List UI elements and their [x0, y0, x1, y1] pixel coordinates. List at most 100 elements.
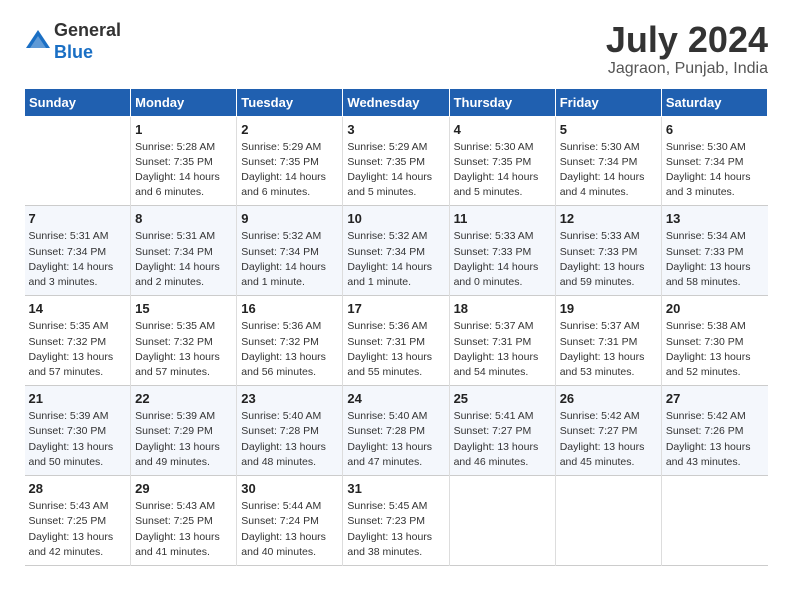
day-info: Sunrise: 5:29 AM Sunset: 7:35 PM Dayligh…: [347, 140, 444, 201]
day-number: 8: [135, 211, 232, 226]
calendar-cell: [555, 476, 661, 566]
day-number: 29: [135, 481, 232, 496]
day-info: Sunrise: 5:42 AM Sunset: 7:27 PM Dayligh…: [560, 409, 657, 470]
day-info: Sunrise: 5:30 AM Sunset: 7:34 PM Dayligh…: [560, 140, 657, 201]
calendar-cell: [449, 476, 555, 566]
calendar-cell: 30Sunrise: 5:44 AM Sunset: 7:24 PM Dayli…: [237, 476, 343, 566]
day-info: Sunrise: 5:30 AM Sunset: 7:34 PM Dayligh…: [666, 140, 764, 201]
day-info: Sunrise: 5:33 AM Sunset: 7:33 PM Dayligh…: [454, 229, 551, 290]
day-number: 13: [666, 211, 764, 226]
calendar-cell: 9Sunrise: 5:32 AM Sunset: 7:34 PM Daylig…: [237, 206, 343, 296]
day-info: Sunrise: 5:42 AM Sunset: 7:26 PM Dayligh…: [666, 409, 764, 470]
day-number: 11: [454, 211, 551, 226]
day-number: 3: [347, 122, 444, 137]
calendar-cell: 26 Sunrise: 5:42 AM Sunset: 7:27 PM Dayli…: [555, 386, 661, 476]
calendar-cell: 1Sunrise: 5:28 AM Sunset: 7:35 PM Daylig…: [131, 116, 237, 206]
day-info: Sunrise: 5:35 AM Sunset: 7:32 PM Dayligh…: [29, 319, 127, 380]
calendar-body: 1Sunrise: 5:28 AM Sunset: 7:35 PM Daylig…: [25, 116, 768, 565]
calendar-cell: 20 Sunrise: 5:38 AM Sunset: 7:30 PM Dayli…: [661, 296, 767, 386]
title-block: July 2024 Jagraon, Punjab, India: [606, 20, 768, 78]
calendar-week-5: 28 Sunrise: 5:43 AM Sunset: 7:25 PM Dayli…: [25, 476, 768, 566]
calendar-cell: 17 Sunrise: 5:36 AM Sunset: 7:31 PM Dayli…: [343, 296, 449, 386]
day-info: Sunrise: 5:40 AM Sunset: 7:28 PM Dayligh…: [347, 409, 444, 470]
calendar-cell: 28 Sunrise: 5:43 AM Sunset: 7:25 PM Dayli…: [25, 476, 131, 566]
day-info: Sunrise: 5:43 AM Sunset: 7:25 PM Dayligh…: [135, 499, 232, 560]
weekday-row: SundayMondayTuesdayWednesdayThursdayFrid…: [25, 88, 768, 116]
day-info: Sunrise: 5:36 AM Sunset: 7:31 PM Dayligh…: [347, 319, 444, 380]
calendar-cell: 14 Sunrise: 5:35 AM Sunset: 7:32 PM Dayli…: [25, 296, 131, 386]
day-info: Sunrise: 5:40 AM Sunset: 7:28 PM Dayligh…: [241, 409, 338, 470]
day-number: 31: [347, 481, 444, 496]
day-info: Sunrise: 5:39 AM Sunset: 7:30 PM Dayligh…: [29, 409, 127, 470]
day-number: 19: [560, 301, 657, 316]
day-info: Sunrise: 5:28 AM Sunset: 7:35 PM Dayligh…: [135, 140, 232, 201]
day-number: 22: [135, 391, 232, 406]
logo-icon: [24, 28, 52, 56]
calendar-week-4: 21 Sunrise: 5:39 AM Sunset: 7:30 PM Dayli…: [25, 386, 768, 476]
day-number: 20: [666, 301, 764, 316]
day-info: Sunrise: 5:32 AM Sunset: 7:34 PM Dayligh…: [241, 229, 338, 290]
day-info: Sunrise: 5:39 AM Sunset: 7:29 PM Dayligh…: [135, 409, 232, 470]
calendar-cell: 4Sunrise: 5:30 AM Sunset: 7:35 PM Daylig…: [449, 116, 555, 206]
day-number: 2: [241, 122, 338, 137]
calendar-cell: 24 Sunrise: 5:40 AM Sunset: 7:28 PM Dayli…: [343, 386, 449, 476]
calendar-cell: 8Sunrise: 5:31 AM Sunset: 7:34 PM Daylig…: [131, 206, 237, 296]
calendar-week-1: 1Sunrise: 5:28 AM Sunset: 7:35 PM Daylig…: [25, 116, 768, 206]
day-number: 14: [29, 301, 127, 316]
weekday-header-monday: Monday: [131, 88, 237, 116]
calendar-cell: [661, 476, 767, 566]
calendar-cell: 13 Sunrise: 5:34 AM Sunset: 7:33 PM Dayli…: [661, 206, 767, 296]
day-number: 5: [560, 122, 657, 137]
day-info: Sunrise: 5:35 AM Sunset: 7:32 PM Dayligh…: [135, 319, 232, 380]
calendar-cell: 25Sunrise: 5:41 AM Sunset: 7:27 PM Dayli…: [449, 386, 555, 476]
day-number: 12: [560, 211, 657, 226]
calendar-cell: 21 Sunrise: 5:39 AM Sunset: 7:30 PM Dayli…: [25, 386, 131, 476]
day-info: Sunrise: 5:43 AM Sunset: 7:25 PM Dayligh…: [29, 499, 127, 560]
day-info: Sunrise: 5:41 AM Sunset: 7:27 PM Dayligh…: [454, 409, 551, 470]
calendar-cell: 16Sunrise: 5:36 AM Sunset: 7:32 PM Dayli…: [237, 296, 343, 386]
day-info: Sunrise: 5:44 AM Sunset: 7:24 PM Dayligh…: [241, 499, 338, 560]
day-info: Sunrise: 5:32 AM Sunset: 7:34 PM Dayligh…: [347, 229, 444, 290]
weekday-header-friday: Friday: [555, 88, 661, 116]
day-number: 7: [29, 211, 127, 226]
calendar-cell: 10 Sunrise: 5:32 AM Sunset: 7:34 PM Dayli…: [343, 206, 449, 296]
calendar-cell: 12 Sunrise: 5:33 AM Sunset: 7:33 PM Dayli…: [555, 206, 661, 296]
day-info: Sunrise: 5:38 AM Sunset: 7:30 PM Dayligh…: [666, 319, 764, 380]
month-title: July 2024: [606, 20, 768, 60]
calendar-cell: 29 Sunrise: 5:43 AM Sunset: 7:25 PM Dayli…: [131, 476, 237, 566]
day-number: 27: [666, 391, 764, 406]
day-number: 15: [135, 301, 232, 316]
calendar-cell: 23Sunrise: 5:40 AM Sunset: 7:28 PM Dayli…: [237, 386, 343, 476]
day-info: Sunrise: 5:37 AM Sunset: 7:31 PM Dayligh…: [454, 319, 551, 380]
weekday-header-thursday: Thursday: [449, 88, 555, 116]
day-number: 17: [347, 301, 444, 316]
calendar-week-3: 14 Sunrise: 5:35 AM Sunset: 7:32 PM Dayli…: [25, 296, 768, 386]
day-info: Sunrise: 5:45 AM Sunset: 7:23 PM Dayligh…: [347, 499, 444, 560]
day-info: Sunrise: 5:33 AM Sunset: 7:33 PM Dayligh…: [560, 229, 657, 290]
day-number: 24: [347, 391, 444, 406]
day-number: 26: [560, 391, 657, 406]
day-number: 6: [666, 122, 764, 137]
calendar-cell: 2Sunrise: 5:29 AM Sunset: 7:35 PM Daylig…: [237, 116, 343, 206]
calendar-cell: [25, 116, 131, 206]
page-header: General Blue July 2024 Jagraon, Punjab, …: [24, 20, 768, 78]
location: Jagraon, Punjab, India: [606, 60, 768, 78]
calendar-cell: 18 Sunrise: 5:37 AM Sunset: 7:31 PM Dayli…: [449, 296, 555, 386]
calendar-cell: 6 Sunrise: 5:30 AM Sunset: 7:34 PM Daylig…: [661, 116, 767, 206]
logo: General Blue: [24, 20, 121, 63]
calendar-cell: 7Sunrise: 5:31 AM Sunset: 7:34 PM Daylig…: [25, 206, 131, 296]
day-number: 28: [29, 481, 127, 496]
day-number: 21: [29, 391, 127, 406]
day-number: 18: [454, 301, 551, 316]
day-number: 16: [241, 301, 338, 316]
weekday-header-sunday: Sunday: [25, 88, 131, 116]
calendar-week-2: 7Sunrise: 5:31 AM Sunset: 7:34 PM Daylig…: [25, 206, 768, 296]
day-number: 10: [347, 211, 444, 226]
calendar-table: SundayMondayTuesdayWednesdayThursdayFrid…: [24, 88, 768, 566]
calendar-cell: 27 Sunrise: 5:42 AM Sunset: 7:26 PM Dayli…: [661, 386, 767, 476]
day-info: Sunrise: 5:30 AM Sunset: 7:35 PM Dayligh…: [454, 140, 551, 201]
day-info: Sunrise: 5:34 AM Sunset: 7:33 PM Dayligh…: [666, 229, 764, 290]
calendar-cell: 19Sunrise: 5:37 AM Sunset: 7:31 PM Dayli…: [555, 296, 661, 386]
calendar-cell: 3 Sunrise: 5:29 AM Sunset: 7:35 PM Daylig…: [343, 116, 449, 206]
calendar-cell: 5 Sunrise: 5:30 AM Sunset: 7:34 PM Daylig…: [555, 116, 661, 206]
